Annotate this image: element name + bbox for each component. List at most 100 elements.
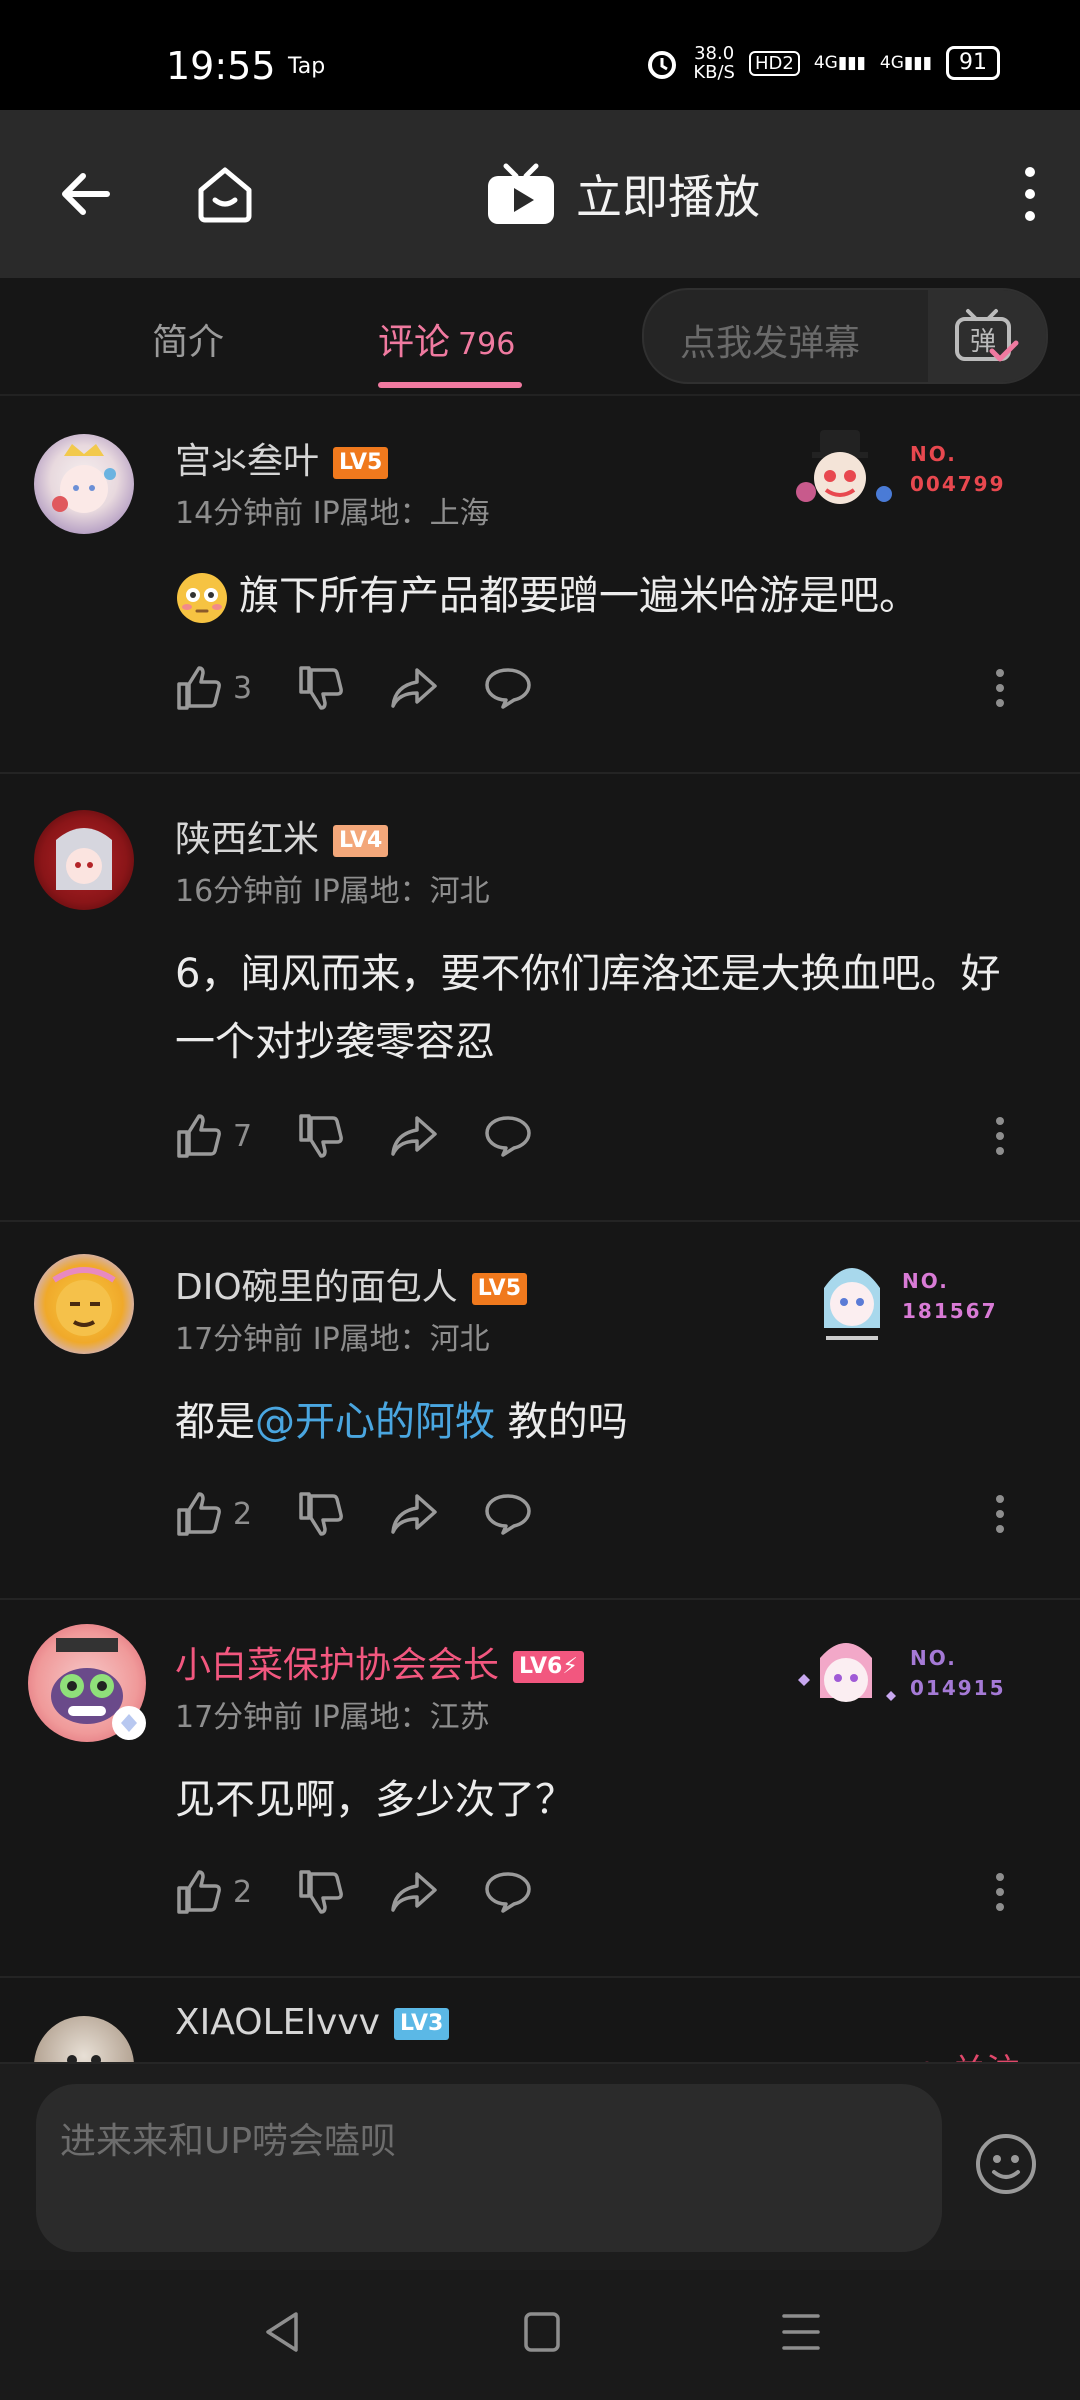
like-button[interactable]: 2: [175, 1490, 253, 1538]
comment-bubble-icon: [485, 668, 531, 709]
more-vertical-icon: [996, 1873, 1004, 1911]
avatar[interactable]: [34, 1254, 134, 1354]
share-button[interactable]: [389, 1870, 439, 1914]
dislike-button[interactable]: [297, 1868, 345, 1916]
more-vertical-icon: [1025, 167, 1035, 221]
verified-badge: [112, 1706, 146, 1740]
dislike-button[interactable]: [297, 1490, 345, 1538]
fan-badge[interactable]: NO. 014915: [790, 1628, 1006, 1718]
back-arrow-icon: [62, 173, 110, 215]
level-badge: LV3: [393, 2008, 450, 2040]
comments-count: 796: [458, 327, 516, 362]
home-button[interactable]: [170, 110, 280, 278]
avatar[interactable]: [34, 434, 134, 534]
fan-badge-image: [796, 430, 892, 504]
username[interactable]: 小白菜保护协会会长 LV6⚡: [175, 1636, 584, 1688]
nav-back-button[interactable]: [262, 2310, 302, 2358]
comment-text[interactable]: 见不见啊，多少次了？: [175, 1766, 1015, 1834]
thumbs-down-icon: [299, 1114, 343, 1158]
comment-meta: 14分钟前 IP属地：上海: [175, 496, 490, 531]
comment-more-button[interactable]: [995, 1484, 1005, 1544]
comment-input[interactable]: 进来来和UP唠会嗑呗: [36, 2084, 942, 2252]
like-count: 2: [233, 1874, 253, 1910]
status-app-tag: Tap: [288, 54, 326, 79]
share-icon: [391, 668, 437, 708]
mention-link[interactable]: @开心的阿牧: [255, 1399, 495, 1445]
smiley-icon: [976, 2134, 1036, 2194]
avatar-image: [67, 2055, 101, 2062]
level-badge: LV5: [333, 447, 389, 479]
share-button[interactable]: [389, 1114, 439, 1158]
reply-button[interactable]: [483, 666, 533, 710]
reply-button[interactable]: [483, 1492, 533, 1536]
share-icon: [391, 1116, 437, 1156]
danmaku-toggle-button[interactable]: 弹: [928, 290, 1046, 382]
more-vertical-icon: [996, 1117, 1004, 1155]
comment-more-button[interactable]: [995, 658, 1005, 718]
username[interactable]: XIAOLEIvvv LV3: [175, 2002, 450, 2043]
username[interactable]: 陕西红米 LV4: [175, 810, 389, 862]
like-button[interactable]: 3: [175, 664, 253, 712]
comment-more-button[interactable]: [995, 1106, 1005, 1166]
system-nav-bar: [0, 2270, 1080, 2400]
back-button[interactable]: [30, 110, 140, 278]
fan-badge[interactable]: NO. 004799: [790, 426, 1006, 512]
alarm-icon: [648, 51, 677, 79]
nav-menu-button[interactable]: [780, 2310, 822, 2358]
like-count: 7: [233, 1118, 253, 1154]
signal-icon-2: 4G▮▮▮: [879, 53, 932, 73]
dislike-button[interactable]: [297, 1112, 345, 1160]
comment-meta: 16分钟前 IP属地：河北: [175, 874, 490, 909]
comment-bubble-icon: [485, 1494, 531, 1535]
level-badge: LV5: [471, 1273, 528, 1305]
username[interactable]: DIO碗里的面包人 LV5: [175, 1258, 528, 1310]
comment-input-placeholder: 进来来和UP唠会嗑呗: [60, 2121, 397, 2162]
tab-intro[interactable]: 简介: [152, 313, 224, 365]
share-button[interactable]: [389, 666, 439, 710]
tab-active-indicator: [378, 382, 522, 388]
diamond-icon: [121, 1714, 137, 1732]
comment-text[interactable]: 都是@开心的阿牧 教的吗: [175, 1388, 1015, 1456]
comment-bubble-icon: [485, 1116, 531, 1157]
username[interactable]: 宫氺叁叶 LV5: [175, 432, 389, 484]
like-button[interactable]: 2: [175, 1868, 253, 1916]
comment-item: XIAOLEIvvvLV3 + 关注: [0, 1978, 1080, 2062]
comment-item: 宫氺叁叶 LV5 14分钟前 IP属地：上海 NO. 004799 旗下所有产品都要…: [0, 396, 1080, 774]
nav-home-button[interactable]: [522, 2310, 562, 2358]
top-bar: 立即播放: [0, 110, 1080, 278]
like-button[interactable]: 7: [175, 1112, 253, 1160]
play-now-button[interactable]: 立即播放: [486, 162, 760, 226]
thumbs-down-icon: [299, 666, 343, 710]
hd-icon: HD2: [748, 50, 800, 76]
tab-comments[interactable]: 评论 796: [378, 313, 515, 365]
reply-button[interactable]: [483, 1870, 533, 1914]
comment-meta: 17分钟前 IP属地：江苏: [175, 1700, 490, 1735]
comment-actions: 2: [175, 1484, 1005, 1544]
comment-actions: 7: [175, 1106, 1005, 1166]
fan-badge-image: [824, 1268, 880, 1340]
comment-text[interactable]: 6，闻风而来，要不你们库洛还是大换血吧。好一个对抄袭零容忍: [175, 940, 1015, 1076]
more-vertical-icon: [996, 669, 1004, 707]
emoji-button[interactable]: [974, 2132, 1038, 2200]
like-count: 3: [233, 670, 253, 706]
comment-more-button[interactable]: [995, 1862, 1005, 1922]
more-button[interactable]: [990, 110, 1070, 278]
avatar[interactable]: [34, 810, 134, 910]
share-icon: [391, 1494, 437, 1534]
comment-item: DIO碗里的面包人 LV5 17分钟前 IP属地：河北 NO. 181567 都是@…: [0, 1222, 1080, 1600]
home-icon: [198, 167, 252, 223]
comment-text[interactable]: 旗下所有产品都要蹭一遍米哈游是吧。: [175, 562, 1015, 630]
avatar[interactable]: [34, 2016, 134, 2062]
avatar-image: [52, 1267, 116, 1336]
share-button[interactable]: [389, 1492, 439, 1536]
dislike-button[interactable]: [297, 664, 345, 712]
reply-button[interactable]: [483, 1114, 533, 1158]
thumbs-up-icon: [177, 1114, 221, 1158]
fan-badge[interactable]: NO. 181567: [812, 1248, 998, 1344]
follow-button[interactable]: + 关注: [913, 2044, 1020, 2062]
comment-item: 小白菜保护协会会长 LV6⚡ 17分钟前 IP属地：江苏 NO. 014915 见不…: [0, 1600, 1080, 1978]
status-time: 19:55: [166, 44, 276, 88]
avatar-image: [56, 828, 112, 890]
danmaku-input[interactable]: 点我发弹幕 弹: [642, 288, 1048, 384]
avatar-image: [52, 444, 116, 513]
